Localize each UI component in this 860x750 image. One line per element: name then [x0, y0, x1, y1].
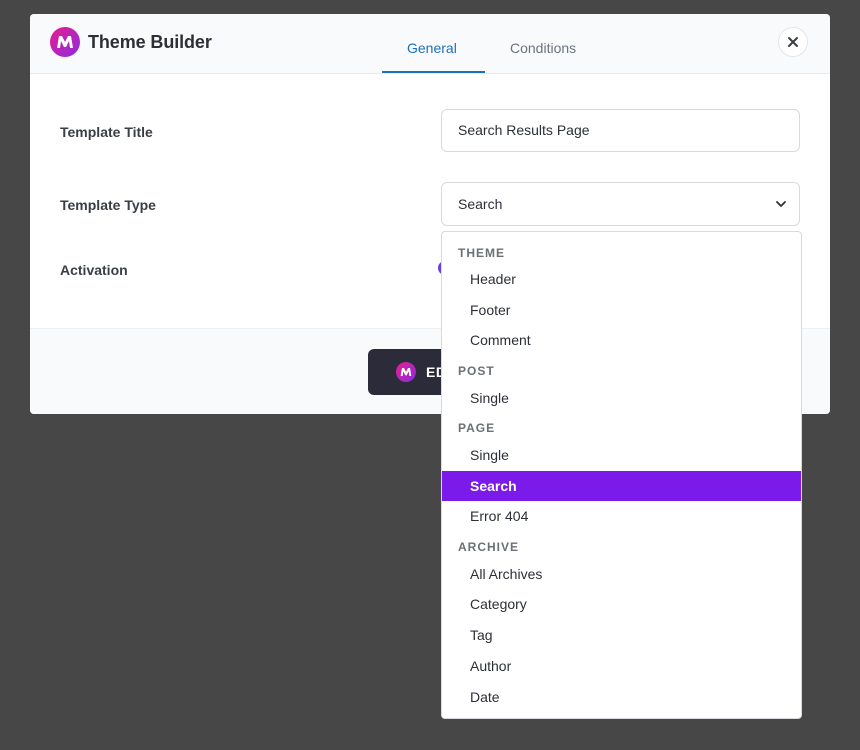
dropdown-option-header[interactable]: Header	[442, 264, 801, 294]
activation-label: Activation	[60, 262, 128, 278]
dropdown-group-archive: ARCHIVE	[458, 540, 520, 554]
active-tab-indicator	[382, 71, 485, 73]
template-type-select[interactable]: Search	[441, 182, 800, 226]
modal-header: Theme Builder General Conditions	[30, 14, 830, 74]
tab-general[interactable]: General	[407, 40, 457, 56]
dropdown-option-category[interactable]: Category	[442, 589, 801, 619]
dropdown-option-tag[interactable]: Tag	[442, 620, 801, 650]
dropdown-option-search[interactable]: Search	[442, 471, 801, 501]
dropdown-option-author[interactable]: Author	[442, 651, 801, 681]
tab-conditions[interactable]: Conditions	[510, 40, 576, 56]
chevron-down-icon	[776, 201, 786, 207]
dropdown-option-comment[interactable]: Comment	[442, 325, 801, 355]
dropdown-option-page-single[interactable]: Single	[442, 440, 801, 470]
close-icon	[788, 37, 798, 47]
brand-logo-icon	[50, 27, 80, 57]
template-title-input[interactable]: Search Results Page	[441, 109, 800, 152]
template-type-dropdown: THEME Header Footer Comment POST Single …	[441, 231, 802, 719]
app-title: Theme Builder	[88, 32, 212, 52]
dropdown-option-date[interactable]: Date	[442, 682, 801, 712]
close-button[interactable]	[778, 27, 808, 57]
dropdown-group-theme: THEME	[458, 246, 505, 260]
dropdown-group-page: PAGE	[458, 421, 496, 435]
dropdown-option-all-archives[interactable]: All Archives	[442, 559, 801, 589]
dropdown-option-error-404[interactable]: Error 404	[442, 501, 801, 531]
dropdown-option-footer[interactable]: Footer	[442, 295, 801, 325]
template-title-label: Template Title	[60, 124, 153, 140]
dropdown-option-post-single[interactable]: Single	[442, 383, 801, 413]
dropdown-group-post: POST	[458, 364, 495, 378]
template-type-value: Search	[458, 196, 503, 212]
brand-logo-icon	[396, 362, 416, 382]
template-type-label: Template Type	[60, 197, 156, 213]
